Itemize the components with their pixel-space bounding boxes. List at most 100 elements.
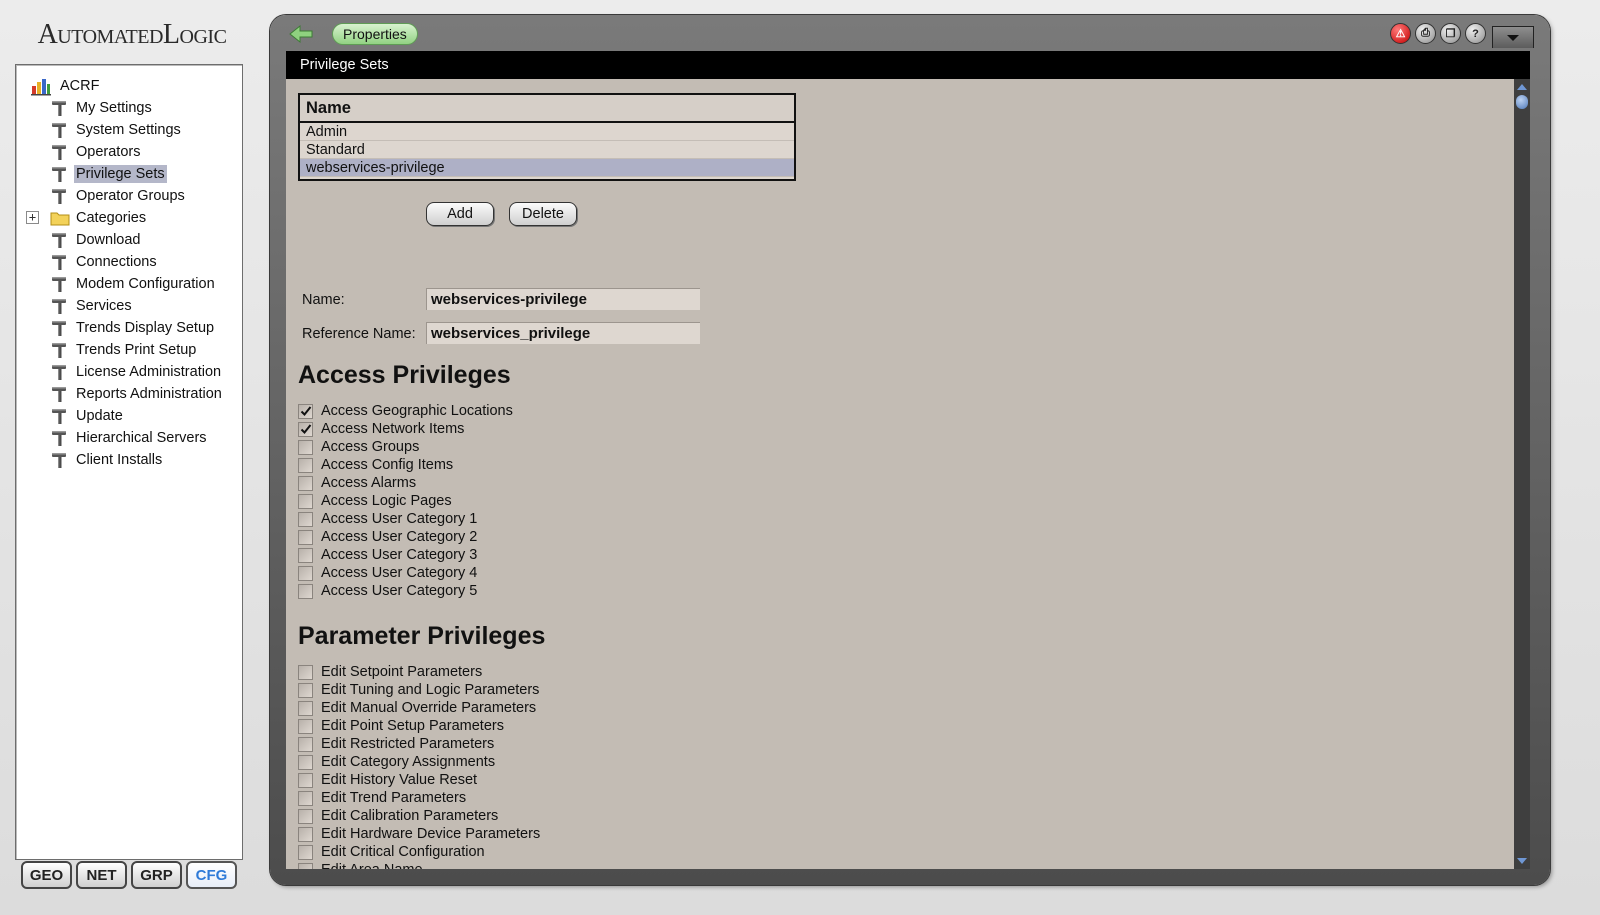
- checkbox-edit-category-assignments[interactable]: [298, 754, 313, 770]
- checkbox-row-access-user-category-3[interactable]: Access User Category 3: [298, 546, 513, 564]
- checkbox-row-access-groups[interactable]: Access Groups: [298, 438, 513, 456]
- tree-item-my-settings[interactable]: My Settings: [50, 97, 154, 119]
- scroll-thumb[interactable]: [1516, 95, 1528, 109]
- checkbox-row-access-user-category-2[interactable]: Access User Category 2: [298, 528, 513, 546]
- checkbox-row-edit-critical-configuration[interactable]: Edit Critical Configuration: [298, 843, 540, 861]
- checkbox-edit-critical-configuration[interactable]: [298, 844, 313, 860]
- checkbox-access-user-category-3[interactable]: [298, 547, 313, 563]
- reference-name-field[interactable]: [426, 322, 700, 344]
- scroll-up-icon[interactable]: [1516, 81, 1528, 93]
- name-field[interactable]: [426, 288, 700, 310]
- checkbox-label: Edit Critical Configuration: [321, 844, 485, 860]
- checkbox-edit-calibration-parameters[interactable]: [298, 808, 313, 824]
- tree-item-reports-administration[interactable]: Reports Administration: [50, 383, 224, 405]
- checkbox-row-access-user-category-1[interactable]: Access User Category 1: [298, 510, 513, 528]
- checkbox-access-user-category-2[interactable]: [298, 529, 313, 545]
- checkbox-access-user-category-5[interactable]: [298, 583, 313, 599]
- tree-item-download[interactable]: Download: [50, 229, 143, 251]
- tree-item-trends-print-setup[interactable]: Trends Print Setup: [50, 339, 198, 361]
- tree-item-client-installs[interactable]: Client Installs: [50, 449, 164, 471]
- tree-item-privilege-sets[interactable]: Privilege Sets: [50, 163, 167, 185]
- tree-item-modem-configuration[interactable]: Modem Configuration: [50, 273, 217, 295]
- checkbox-row-edit-restricted-parameters[interactable]: Edit Restricted Parameters: [298, 735, 540, 753]
- print-icon[interactable]: ⎙: [1415, 23, 1436, 44]
- checkbox-edit-manual-override-parameters[interactable]: [298, 700, 313, 716]
- expand-icon[interactable]: +: [26, 211, 39, 224]
- checkbox-row-access-alarms[interactable]: Access Alarms: [298, 474, 513, 492]
- add-button[interactable]: Add: [426, 202, 494, 226]
- tree-item-license-administration[interactable]: License Administration: [50, 361, 223, 383]
- checkbox-row-edit-manual-override-parameters[interactable]: Edit Manual Override Parameters: [298, 699, 540, 717]
- checkbox-edit-restricted-parameters[interactable]: [298, 736, 313, 752]
- checkbox-access-config-items[interactable]: [298, 457, 313, 473]
- checkbox-access-groups[interactable]: [298, 439, 313, 455]
- checkbox-row-access-geographic-locations[interactable]: Access Geographic Locations: [298, 402, 513, 420]
- checkbox-label: Access User Category 4: [321, 565, 478, 581]
- tree-item-update[interactable]: Update: [50, 405, 125, 427]
- delete-button[interactable]: Delete: [509, 202, 577, 226]
- checkbox-row-access-network-items[interactable]: Access Network Items: [298, 420, 513, 438]
- checkbox-edit-setpoint-parameters[interactable]: [298, 664, 313, 680]
- checkbox-access-user-category-1[interactable]: [298, 511, 313, 527]
- checkbox-access-geographic-locations[interactable]: [298, 403, 313, 419]
- tree-item-hierarchical-servers[interactable]: Hierarchical Servers: [50, 427, 209, 449]
- tree-item-label: My Settings: [76, 100, 152, 116]
- checkbox-access-logic-pages[interactable]: [298, 493, 313, 509]
- hammer-icon: [50, 142, 70, 162]
- building-chart-icon: [31, 79, 51, 96]
- tree-item-trends-display-setup[interactable]: Trends Display Setup: [50, 317, 216, 339]
- tree-item-services[interactable]: Services: [50, 295, 134, 317]
- checkbox-row-access-user-category-4[interactable]: Access User Category 4: [298, 564, 513, 582]
- table-row[interactable]: Admin: [300, 123, 794, 141]
- dropdown-tab[interactable]: [1492, 26, 1534, 48]
- checkbox-row-edit-point-setup-parameters[interactable]: Edit Point Setup Parameters: [298, 717, 540, 735]
- checkbox-row-edit-setpoint-parameters[interactable]: Edit Setpoint Parameters: [298, 663, 540, 681]
- checkbox-row-edit-trend-parameters[interactable]: Edit Trend Parameters: [298, 789, 540, 807]
- tree-item-connections[interactable]: Connections: [50, 251, 159, 273]
- checkbox-row-edit-history-value-reset[interactable]: Edit History Value Reset: [298, 771, 540, 789]
- checkbox-access-user-category-4[interactable]: [298, 565, 313, 581]
- checkbox-edit-history-value-reset[interactable]: [298, 772, 313, 788]
- alarm-icon[interactable]: ⚠: [1390, 23, 1411, 44]
- checkbox-row-access-user-category-5[interactable]: Access User Category 5: [298, 582, 513, 600]
- back-arrow-icon[interactable]: [288, 24, 314, 44]
- mode-button-geo[interactable]: GEO: [21, 861, 72, 889]
- checkbox-access-network-items[interactable]: [298, 421, 313, 437]
- mode-button-cfg[interactable]: CFG: [186, 861, 237, 889]
- mode-button-grp[interactable]: GRP: [131, 861, 182, 889]
- tree-root[interactable]: ACRF: [30, 75, 101, 97]
- checkbox-access-alarms[interactable]: [298, 475, 313, 491]
- checkbox-row-edit-calibration-parameters[interactable]: Edit Calibration Parameters: [298, 807, 540, 825]
- checkbox-edit-tuning-and-logic-parameters[interactable]: [298, 682, 313, 698]
- checkbox-row-edit-tuning-and-logic-parameters[interactable]: Edit Tuning and Logic Parameters: [298, 681, 540, 699]
- scroll-down-icon[interactable]: [1516, 855, 1528, 867]
- checkbox-label: Access User Category 1: [321, 511, 478, 527]
- checkbox-edit-area-name[interactable]: [298, 862, 313, 869]
- tree-item-operator-groups[interactable]: Operator Groups: [50, 185, 187, 207]
- help-icon[interactable]: ?: [1465, 23, 1486, 44]
- checkbox-row-edit-category-assignments[interactable]: Edit Category Assignments: [298, 753, 540, 771]
- table-row[interactable]: webservices-privilege: [300, 159, 794, 177]
- checkbox-row-edit-area-name[interactable]: Edit Area Name: [298, 861, 540, 869]
- tree-item-operators[interactable]: Operators: [50, 141, 142, 163]
- tree-item-categories[interactable]: + Categories: [26, 207, 148, 229]
- table-header-name[interactable]: Name: [300, 95, 794, 123]
- automatedlogic-logo: AutomatedLogic: [37, 19, 227, 50]
- tree-item-system-settings[interactable]: System Settings: [50, 119, 183, 141]
- tree-root-label: ACRF: [60, 78, 100, 94]
- tree-item-label: Operators: [76, 144, 141, 160]
- checkbox-edit-point-setup-parameters[interactable]: [298, 718, 313, 734]
- window-icon[interactable]: ❐: [1440, 23, 1461, 44]
- checkbox-row-access-logic-pages[interactable]: Access Logic Pages: [298, 492, 513, 510]
- vertical-scrollbar[interactable]: [1514, 79, 1530, 869]
- checkbox-row-access-config-items[interactable]: Access Config Items: [298, 456, 513, 474]
- breadcrumb-properties[interactable]: Properties: [332, 23, 418, 45]
- checkbox-edit-trend-parameters[interactable]: [298, 790, 313, 806]
- checkbox-edit-hardware-device-parameters[interactable]: [298, 826, 313, 842]
- mode-button-net[interactable]: NET: [76, 861, 127, 889]
- table-row[interactable]: Standard: [300, 141, 794, 159]
- hammer-icon: [50, 252, 70, 272]
- name-field-label: Name:: [302, 292, 345, 308]
- checkbox-row-edit-hardware-device-parameters[interactable]: Edit Hardware Device Parameters: [298, 825, 540, 843]
- checkbox-label: Access User Category 3: [321, 547, 478, 563]
